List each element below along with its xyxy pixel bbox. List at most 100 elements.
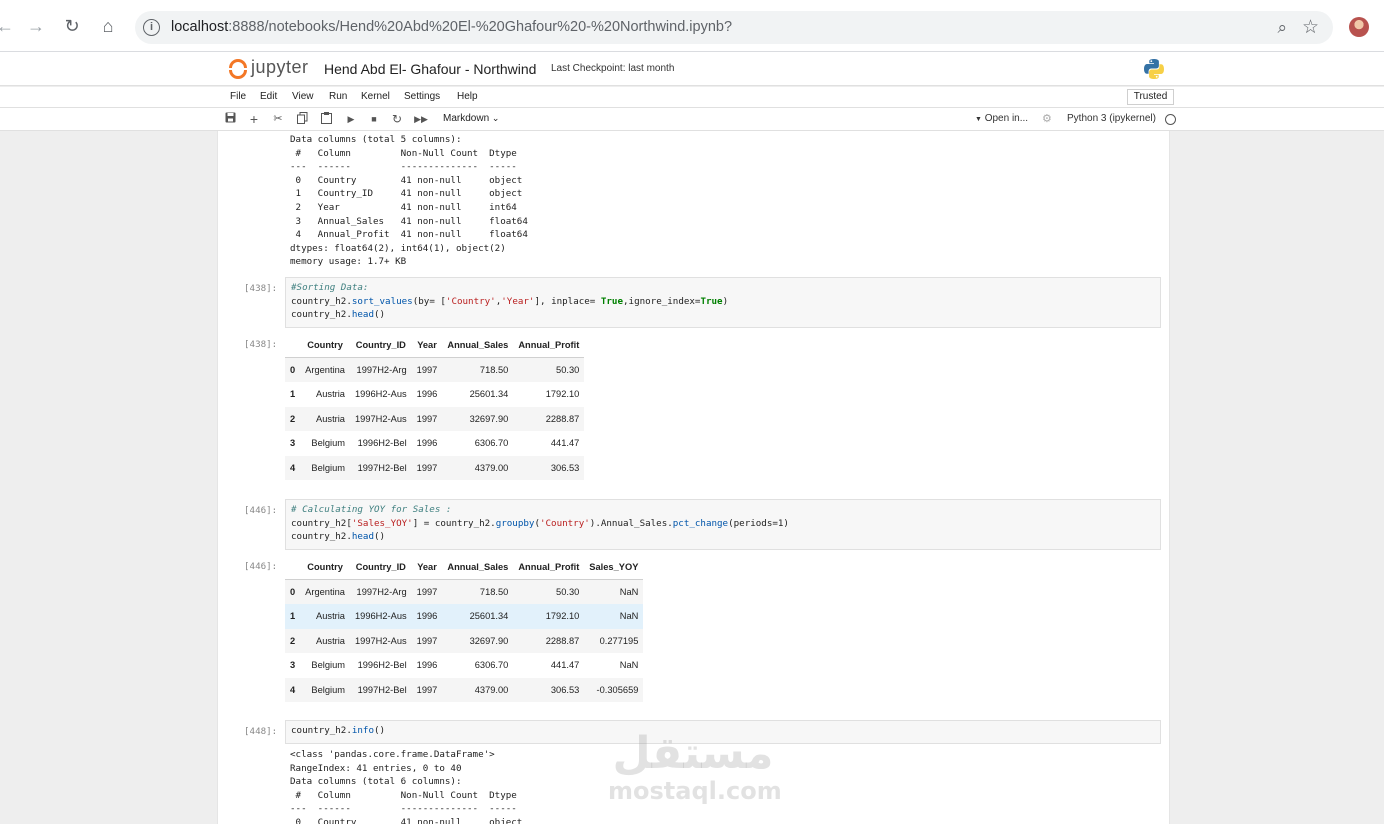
run-icon[interactable]: ▶ xyxy=(343,112,359,127)
column-header xyxy=(285,333,301,358)
table-cell: 25601.34 xyxy=(469,611,509,622)
jupyter-wordmark[interactable]: jupyter xyxy=(251,57,309,78)
info-output-448: <class 'pandas.core.frame.DataFrame'> Ra… xyxy=(290,749,523,824)
code-token: ,ignore_index= xyxy=(623,295,701,307)
url-path: :8888/notebooks/Hend%20Abd%20El-%20Ghafo… xyxy=(228,19,733,35)
code-token: ] = country_h2. xyxy=(412,517,496,529)
kernel-gear-icon[interactable]: ⚙ xyxy=(1042,112,1052,125)
table-cell: 1997 xyxy=(416,365,438,375)
table-cell: 25601.34 xyxy=(469,389,509,400)
table-cell: 1792.10 xyxy=(545,611,580,622)
code-token: pct_change xyxy=(672,517,729,529)
kernel-name[interactable]: Python 3 (ipykernel) xyxy=(1067,113,1156,124)
restart-icon[interactable]: ↻ xyxy=(389,112,405,127)
notebook-panel[interactable]: Data columns (total 5 columns): # Column… xyxy=(217,131,1170,824)
address-bar[interactable]: i localhost:8888/notebooks/Hend%20Abd%20… xyxy=(135,11,1333,44)
table-cell: Belgium xyxy=(311,660,345,671)
row-index: 2 xyxy=(290,413,296,424)
bookmark-star-icon[interactable]: ☆ xyxy=(1302,16,1319,39)
table-cell: 1997 xyxy=(416,684,438,695)
stop-icon[interactable]: ■ xyxy=(366,112,382,127)
site-info-icon[interactable]: i xyxy=(143,19,160,36)
code-token: 'Sales_YOY' xyxy=(351,517,413,529)
column-header: Year xyxy=(411,333,443,358)
browser-toolbar: ← → ↻ ⌂ i localhost:8888/notebooks/Hend%… xyxy=(0,0,1384,52)
forward-arrow-icon[interactable]: → xyxy=(23,13,49,39)
table-cell: 1996 xyxy=(416,611,438,622)
table-cell: 1996H2-Aus xyxy=(354,611,407,622)
table-row: 3 Belgium 1996H2-Bel 1996 6306.70 441.47 xyxy=(285,431,584,456)
open-in-label: Open in... xyxy=(984,113,1029,124)
table-cell: 1792.10 xyxy=(545,389,580,400)
jupyter-logo-icon[interactable] xyxy=(228,57,248,81)
table-row: 4 Belgium 1997H2-Bel 1997 4379.00 306.53 xyxy=(285,455,585,480)
out-prompt-446: [446]: xyxy=(244,561,278,572)
caret-down-icon: ▼ xyxy=(975,116,982,123)
code-token: head xyxy=(351,309,374,321)
open-in-dropdown[interactable]: ▼ Open in... xyxy=(975,113,1028,124)
zoom-icon[interactable]: ⌕ xyxy=(1277,18,1287,38)
row-index: 1 xyxy=(290,389,296,400)
table-cell: 1997 xyxy=(416,462,438,473)
save-icon[interactable] xyxy=(222,112,238,127)
menu-view[interactable]: View xyxy=(292,91,314,102)
back-arrow-icon[interactable]: ← xyxy=(0,13,18,39)
profile-avatar[interactable] xyxy=(1349,17,1369,37)
code-token: True xyxy=(600,295,623,307)
column-header: Country_ID xyxy=(349,333,412,358)
paste-icon[interactable] xyxy=(318,112,334,127)
table-cell: 1997H2-Bel xyxy=(357,684,407,695)
table-cell: 1996H2-Bel xyxy=(357,660,407,671)
menu-settings[interactable]: Settings xyxy=(404,91,440,102)
url-text[interactable]: localhost:8888/notebooks/Hend%20Abd%20El… xyxy=(171,19,732,35)
column-header: Annual_Profit xyxy=(513,333,585,358)
cut-icon[interactable]: ✂ xyxy=(270,112,286,127)
table-cell: 306.53 xyxy=(550,684,580,695)
table-cell: 1996H2-Aus xyxy=(354,389,407,400)
code-token: country_h2. xyxy=(291,531,352,543)
table-row: 4 Belgium 1997H2-Bel 1997 4379.00 306.53 -0.30… xyxy=(285,677,644,702)
row-index: 4 xyxy=(290,684,296,695)
row-index: 4 xyxy=(290,462,296,473)
code-cell-448[interactable]: country_h2.info() xyxy=(285,720,1161,744)
trusted-indicator[interactable]: Trusted xyxy=(1127,89,1174,105)
table-cell: 1996H2-Bel xyxy=(357,438,407,449)
table-cell: 1996 xyxy=(416,389,438,400)
menu-edit[interactable]: Edit xyxy=(260,91,277,102)
table-cell: 441.47 xyxy=(550,438,580,449)
reload-icon[interactable]: ↻ xyxy=(59,13,85,39)
table-header-row: Country Country_ID Year Annual_Sales Annual_… xyxy=(285,555,644,580)
table-cell: 1997H2-Aus xyxy=(354,413,407,424)
notebook-title[interactable]: Hend Abd El- Ghafour - Northwind xyxy=(324,61,536,77)
menu-run[interactable]: Run xyxy=(329,91,347,102)
cell-type-dropdown[interactable]: Markdown ⌄ xyxy=(443,113,499,124)
menu-file[interactable]: File xyxy=(230,91,246,102)
code-cell-446[interactable]: # Calculating YOY for Sales : country_h2… xyxy=(285,499,1161,550)
table-cell: Belgium xyxy=(311,438,345,449)
code-cell-438[interactable]: #Sorting Data: country_h2.sort_values(by… xyxy=(285,277,1161,328)
column-header: Country xyxy=(300,333,350,358)
add-cell-icon[interactable]: + xyxy=(246,112,262,127)
table-cell: Belgium xyxy=(311,462,345,473)
table-cell: 1997 xyxy=(416,413,438,424)
restart-run-all-icon[interactable]: ▶▶ xyxy=(413,112,429,127)
cell-type-value: Markdown xyxy=(443,113,490,124)
table-cell: 6306.70 xyxy=(474,438,509,449)
column-header: Annual_Sales xyxy=(442,333,514,358)
code-token: 'Country' xyxy=(539,517,590,529)
in-prompt-448: [448]: xyxy=(244,726,278,737)
code-token: country_h2. xyxy=(291,725,352,736)
table-row: 2 Austria 1997H2-Aus 1997 32697.90 2288.87 0.2… xyxy=(285,628,644,653)
menu-bar: File Edit View Run Kernel Settings Help … xyxy=(0,87,1384,108)
menu-kernel[interactable]: Kernel xyxy=(361,91,390,102)
table-row: 1 Austria 1996H2-Aus 1996 25601.34 1792.10 NaN xyxy=(285,604,644,629)
table-row: 0 Argentina 1997H2-Arg 1997 718.50 50.30 xyxy=(285,357,585,382)
column-header xyxy=(285,555,301,580)
table-cell: 1997 xyxy=(416,635,438,646)
menu-help[interactable]: Help xyxy=(457,91,478,102)
copy-icon[interactable] xyxy=(294,112,310,127)
row-index: 0 xyxy=(290,365,296,375)
code-token: sort_values xyxy=(351,295,413,307)
home-icon[interactable]: ⌂ xyxy=(95,13,121,39)
row-index: 3 xyxy=(290,660,296,671)
